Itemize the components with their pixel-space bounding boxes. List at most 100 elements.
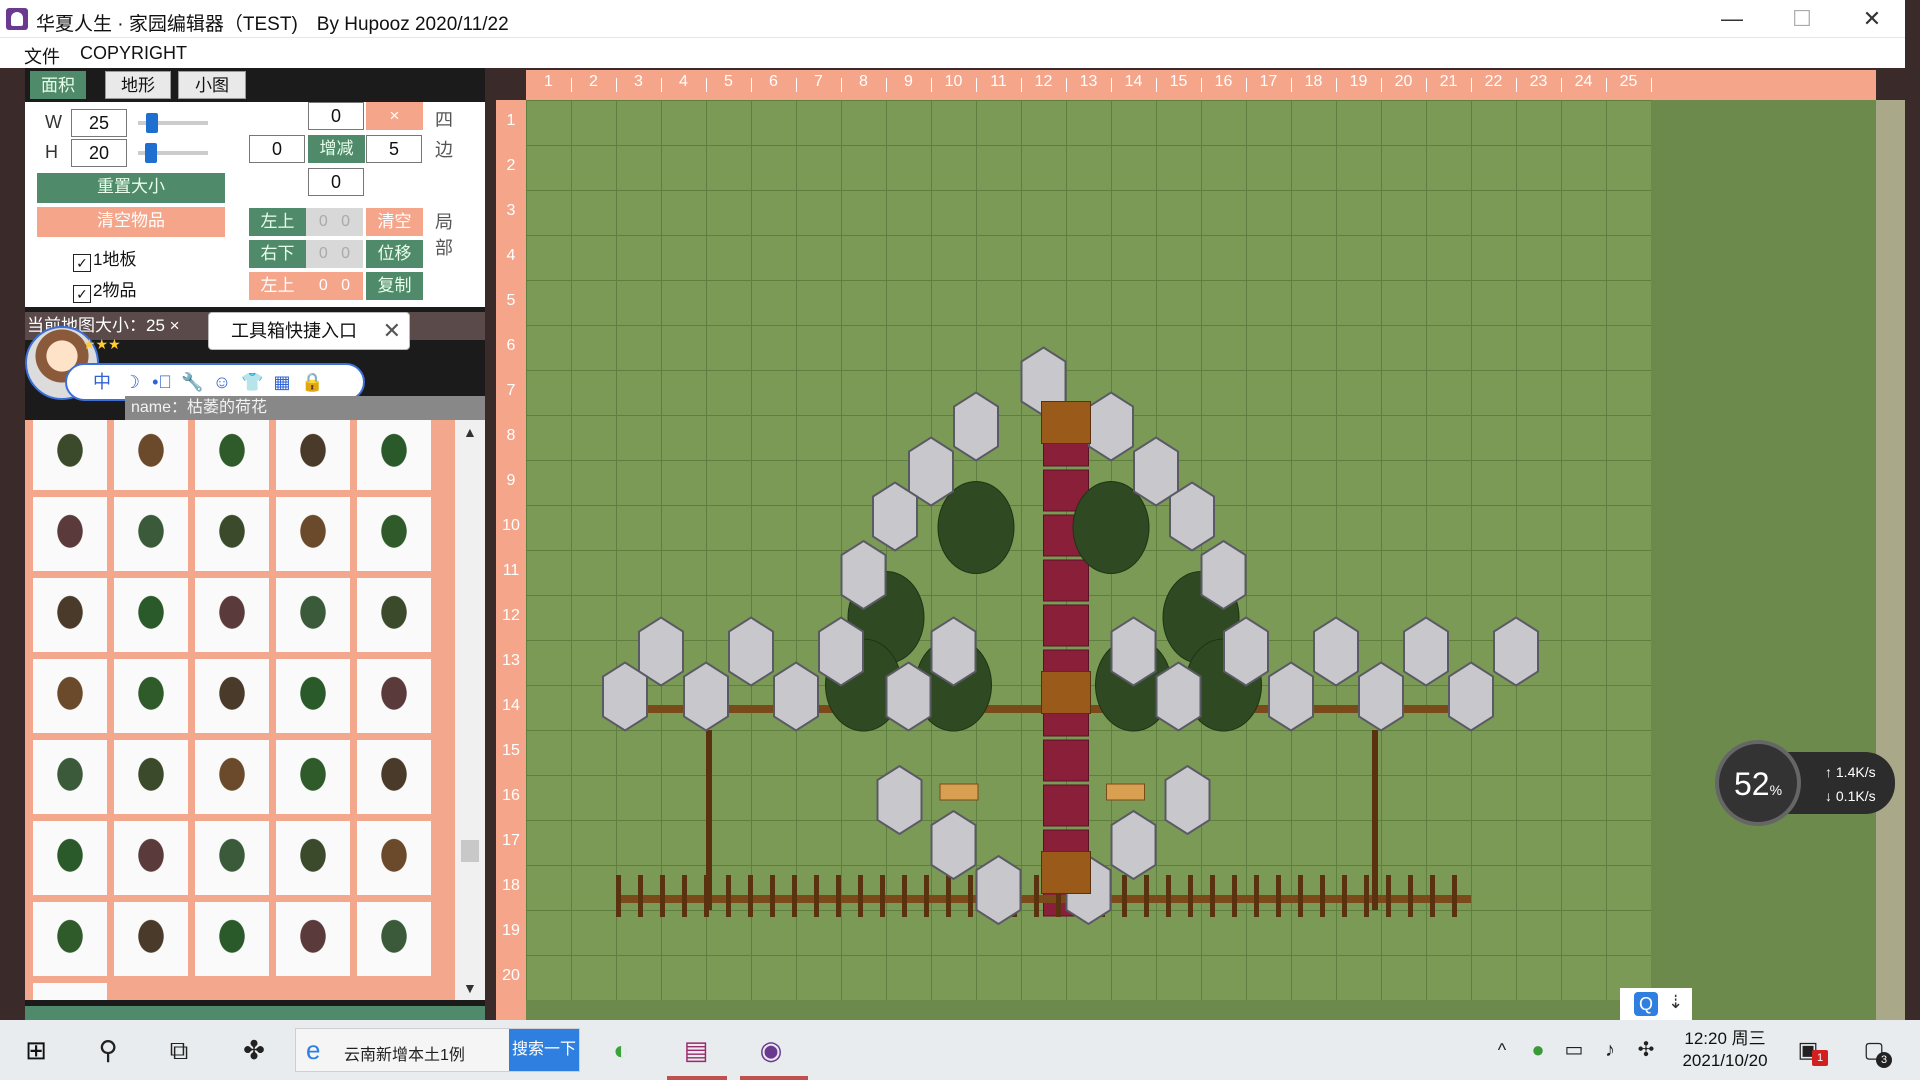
dropdown-icon[interactable]: ⇣ bbox=[1668, 992, 1683, 1013]
quick-tool-button[interactable]: Q ⇣ bbox=[1620, 988, 1692, 1020]
tab-area[interactable]: 面积 bbox=[30, 71, 86, 99]
width-input[interactable]: 25 bbox=[71, 109, 127, 137]
palette-item[interactable] bbox=[114, 821, 188, 895]
taskbar-search-button[interactable]: 搜索一下 bbox=[509, 1029, 579, 1071]
palette-item[interactable] bbox=[33, 659, 107, 733]
palette-item[interactable] bbox=[195, 420, 269, 490]
palette-item[interactable] bbox=[195, 659, 269, 733]
network-icon[interactable]: ✣ bbox=[1630, 1034, 1662, 1066]
palette-item[interactable] bbox=[114, 420, 188, 490]
edge-adjust-button[interactable]: 增减 bbox=[308, 135, 365, 163]
volume-icon[interactable]: ♪ bbox=[1594, 1034, 1626, 1066]
chinese-input-icon[interactable]: 中 bbox=[91, 371, 113, 393]
height-input[interactable]: 20 bbox=[71, 139, 127, 167]
search-icon[interactable]: ⚲ bbox=[92, 1034, 124, 1066]
palette-item[interactable] bbox=[357, 821, 431, 895]
palette-item[interactable] bbox=[276, 578, 350, 652]
checkbox-floor-box[interactable]: ✓ bbox=[73, 254, 91, 272]
palette-scrollbar[interactable]: ▲ ▼ bbox=[455, 420, 485, 1000]
moon-icon[interactable]: ☽ bbox=[121, 371, 143, 393]
scroll-thumb[interactable] bbox=[461, 840, 479, 862]
scroll-up-icon[interactable]: ▲ bbox=[463, 424, 477, 440]
punctuation-icon[interactable]: •ﾞ bbox=[151, 371, 173, 393]
network-speed-widget[interactable]: ↑ 1.4K/s ↓ 0.1K/s 52% bbox=[1715, 740, 1895, 828]
palette-item[interactable] bbox=[195, 740, 269, 814]
wrench-icon[interactable]: 🔧 bbox=[181, 371, 203, 393]
local-top-left-button[interactable]: 左上 bbox=[249, 208, 306, 236]
menu-file[interactable]: 文件 bbox=[24, 43, 60, 69]
scroll-down-icon[interactable]: ▼ bbox=[463, 980, 477, 996]
palette-item[interactable] bbox=[114, 740, 188, 814]
palette-item[interactable] bbox=[33, 578, 107, 652]
windows-start-icon[interactable]: ⊞ bbox=[20, 1034, 52, 1066]
palette-item[interactable] bbox=[357, 578, 431, 652]
grid-icon[interactable]: ▦ bbox=[271, 371, 293, 393]
edge-top-input[interactable]: 0 bbox=[308, 102, 364, 130]
right-scroll-area[interactable] bbox=[1876, 100, 1905, 1020]
lock-icon[interactable]: 🔒 bbox=[301, 371, 323, 393]
archive-app-icon[interactable]: ▤ bbox=[680, 1034, 712, 1066]
fan-icon[interactable]: ✤ bbox=[238, 1034, 270, 1066]
task-view-icon[interactable]: ⧉ bbox=[163, 1034, 195, 1066]
q-icon[interactable]: Q bbox=[1634, 992, 1658, 1016]
checkbox-items-box[interactable]: ✓ bbox=[73, 285, 91, 303]
edge-x-button[interactable]: × bbox=[366, 102, 423, 130]
palette-item[interactable] bbox=[114, 497, 188, 571]
checkbox-floor[interactable]: ✓ 1地板 bbox=[73, 245, 136, 272]
local-clear-button[interactable]: 清空 bbox=[366, 208, 423, 236]
tab-minimap[interactable]: 小图 bbox=[178, 71, 246, 99]
tab-terrain[interactable]: 地形 bbox=[105, 71, 171, 99]
palette-item[interactable] bbox=[33, 497, 107, 571]
palette-item[interactable] bbox=[33, 983, 107, 1000]
palette-item[interactable] bbox=[195, 902, 269, 976]
local-move-button[interactable]: 位移 bbox=[366, 240, 423, 268]
security-icon[interactable]: ● bbox=[1522, 1034, 1554, 1066]
width-slider[interactable] bbox=[146, 113, 159, 133]
smiley-icon[interactable]: ☺ bbox=[211, 371, 233, 393]
taskbar-search-box[interactable]: e 云南新增本土1例 搜索一下 bbox=[295, 1028, 580, 1072]
palette-item[interactable] bbox=[357, 497, 431, 571]
local-top-left-button-2[interactable]: 左上 bbox=[249, 272, 306, 300]
palette-item[interactable] bbox=[357, 420, 431, 490]
chevron-up-icon[interactable]: ^ bbox=[1486, 1034, 1518, 1066]
palette-item[interactable] bbox=[276, 420, 350, 490]
palette-item[interactable] bbox=[357, 740, 431, 814]
edge-right-input[interactable]: 5 bbox=[366, 135, 422, 163]
battery-icon[interactable]: ▭ bbox=[1558, 1034, 1590, 1066]
palette-item[interactable] bbox=[33, 740, 107, 814]
palette-item[interactable] bbox=[114, 902, 188, 976]
local-copy-button[interactable]: 复制 bbox=[366, 272, 423, 300]
close-button[interactable]: ✕ bbox=[1837, 0, 1907, 38]
palette-item[interactable] bbox=[357, 902, 431, 976]
checkbox-items[interactable]: ✓ 2物品 bbox=[73, 276, 136, 303]
clock[interactable]: 12:20 周三 2021/10/20 bbox=[1670, 1028, 1780, 1072]
palette-item[interactable] bbox=[276, 821, 350, 895]
palette-item[interactable] bbox=[195, 497, 269, 571]
palette-item[interactable] bbox=[276, 902, 350, 976]
palette-item[interactable] bbox=[114, 578, 188, 652]
palette-item[interactable] bbox=[357, 659, 431, 733]
palette-item[interactable] bbox=[276, 659, 350, 733]
palette-item[interactable] bbox=[33, 420, 107, 490]
menu-copyright[interactable]: COPYRIGHT bbox=[80, 43, 187, 64]
edge-browser-icon[interactable]: ◐ bbox=[605, 1034, 637, 1066]
palette-item[interactable] bbox=[195, 821, 269, 895]
palette-item[interactable] bbox=[276, 497, 350, 571]
edge-bottom-input[interactable]: 0 bbox=[308, 168, 364, 196]
garden-map-grid[interactable] bbox=[526, 100, 1651, 1000]
palette-item[interactable] bbox=[33, 821, 107, 895]
reset-size-button[interactable]: 重置大小 bbox=[37, 173, 225, 203]
close-icon[interactable]: ✕ bbox=[383, 313, 401, 349]
maximize-button[interactable]: ☐ bbox=[1767, 0, 1837, 38]
palette-item[interactable] bbox=[276, 740, 350, 814]
palette-item[interactable] bbox=[33, 902, 107, 976]
clear-items-button[interactable]: 清空物品 bbox=[37, 207, 225, 237]
palette-item[interactable] bbox=[114, 659, 188, 733]
shirt-icon[interactable]: 👕 bbox=[241, 371, 263, 393]
minimize-button[interactable]: — bbox=[1697, 0, 1767, 38]
palette-item[interactable] bbox=[195, 578, 269, 652]
editor-app-icon[interactable]: ◉ bbox=[755, 1034, 787, 1066]
height-slider[interactable] bbox=[145, 143, 157, 163]
edge-left-input[interactable]: 0 bbox=[249, 135, 305, 163]
local-bottom-right-button[interactable]: 右下 bbox=[249, 240, 306, 268]
